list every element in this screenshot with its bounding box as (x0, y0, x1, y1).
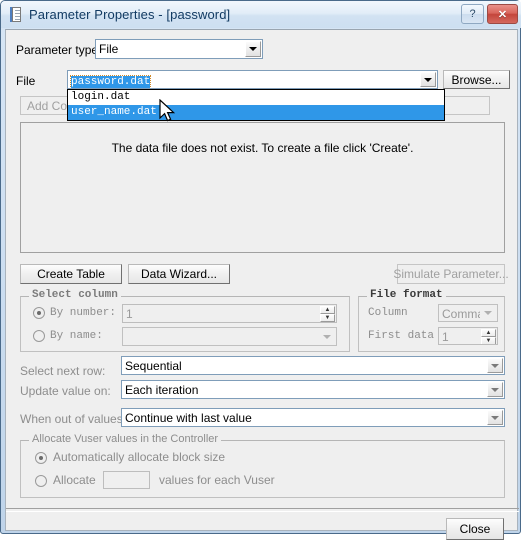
chevron-down-icon[interactable] (487, 358, 503, 373)
footer-divider (6, 508, 519, 512)
first-data-value: 1 (442, 330, 449, 344)
parameter-type-label: Parameter type: (16, 43, 102, 57)
by-number-spin-buttons[interactable]: ▲ ▼ (320, 306, 335, 322)
manual-allocate-label-suffix: values for each Vuser (159, 473, 275, 487)
select-next-row-value: Sequential (125, 359, 182, 373)
file-combo-value: password.dat (69, 75, 152, 88)
file-dropdown-list[interactable]: login.dat user_name.dat (67, 89, 445, 121)
manual-allocate-radio[interactable] (35, 475, 47, 487)
by-number-value: 1 (126, 307, 133, 321)
when-out-of-values-label: When out of values: (20, 412, 127, 426)
when-out-of-values-value: Continue with last value (125, 411, 252, 425)
title-bar-buttons: ? ✕ (461, 4, 518, 24)
first-data-spinner[interactable]: 1 ▲ ▼ (438, 327, 498, 345)
chevron-down-icon[interactable] (319, 329, 335, 344)
chevron-down-icon[interactable] (480, 306, 496, 320)
parameter-type-combo[interactable]: File (95, 39, 263, 59)
select-column-group-title: Select column (29, 289, 121, 301)
simulate-parameter-button[interactable]: Simulate Parameter... (393, 264, 509, 284)
when-out-of-values-combo[interactable]: Continue with last value (121, 408, 505, 427)
update-value-on-value: Each iteration (125, 383, 199, 397)
allocate-group-title: Allocate Vuser values in the Controller (29, 433, 222, 445)
first-data-spin-buttons[interactable]: ▲ ▼ (481, 329, 496, 344)
select-next-row-combo[interactable]: Sequential (121, 356, 505, 375)
dropdown-option-user-name[interactable]: user_name.dat (68, 105, 444, 120)
chevron-down-icon[interactable] (245, 41, 261, 57)
data-preview-pane: The data file does not exist. To create … (20, 122, 505, 253)
parameter-type-value: File (99, 42, 119, 56)
select-next-row-label: Select next row: (20, 364, 106, 378)
column-format-combo[interactable]: Comma (438, 304, 498, 322)
by-number-radio[interactable] (33, 307, 45, 319)
help-button[interactable]: ? (461, 4, 484, 24)
select-column-group: Select column By number: 1 ▲ ▼ By name: (20, 289, 350, 352)
chevron-down-icon[interactable] (487, 410, 503, 425)
file-label: File (16, 74, 36, 88)
parameter-file-icon (8, 6, 23, 23)
column-format-value: Comma (442, 307, 485, 321)
file-format-group: File format Column Comma First data 1 ▲ ▼ (358, 289, 505, 352)
title-bar[interactable]: Parameter Properties - [password] ? ✕ (1, 1, 521, 28)
update-value-on-combo[interactable]: Each iteration (121, 380, 505, 399)
browse-button[interactable]: Browse... (443, 70, 510, 89)
by-name-label: By name: (50, 330, 103, 342)
parameter-properties-window: Parameter Properties - [password] ? ✕ Pa… (0, 0, 521, 540)
chevron-down-icon[interactable] (487, 382, 503, 397)
close-window-button[interactable]: ✕ (487, 4, 518, 24)
create-table-button[interactable]: Create Table (20, 264, 122, 284)
by-number-label: By number: (50, 307, 117, 319)
auto-allocate-label: Automatically allocate block size (53, 450, 226, 464)
allocate-vuser-group: Allocate Vuser values in the Controller … (20, 433, 505, 498)
chevron-down-icon[interactable] (420, 72, 436, 87)
dialog-client-area: Parameter type: File File password.dat B… (5, 29, 519, 540)
by-number-spinner[interactable]: 1 ▲ ▼ (122, 304, 337, 323)
by-name-radio[interactable] (33, 330, 45, 342)
window-title: Parameter Properties - [password] (29, 7, 231, 22)
by-name-combo[interactable] (122, 327, 337, 346)
data-file-message: The data file does not exist. To create … (111, 141, 414, 155)
file-format-group-title: File format (367, 289, 446, 301)
update-value-on-label: Update value on: (20, 384, 111, 398)
first-data-label: First data (368, 330, 435, 342)
auto-allocate-radio[interactable] (35, 452, 47, 464)
dropdown-option-login[interactable]: login.dat (68, 90, 444, 105)
file-combo[interactable]: password.dat (67, 70, 438, 89)
allocate-values-input[interactable] (103, 471, 150, 489)
close-button[interactable]: Close (446, 518, 504, 540)
column-format-label: Column (368, 307, 408, 319)
manual-allocate-label-prefix: Allocate (53, 473, 96, 487)
data-wizard-button[interactable]: Data Wizard... (128, 264, 230, 284)
